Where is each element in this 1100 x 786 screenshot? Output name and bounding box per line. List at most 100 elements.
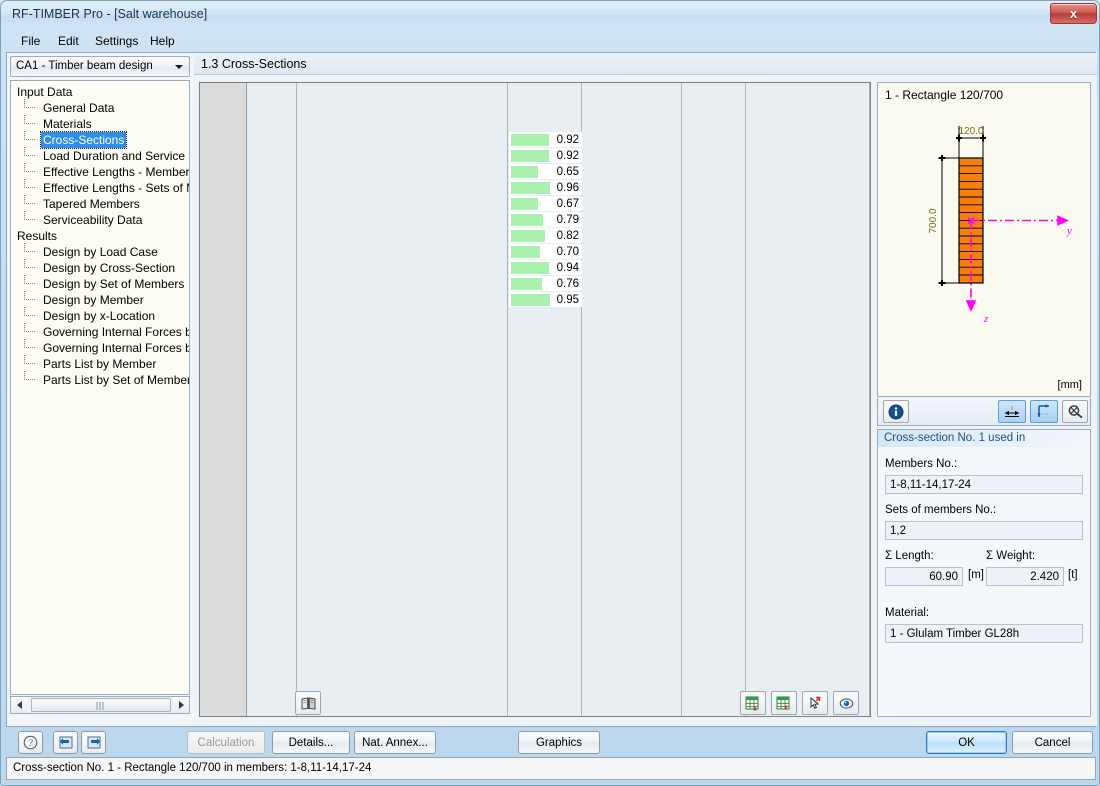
sidebar-item-design-by-x-location[interactable]: Design by x-Location [11,307,189,324]
show-axes-button[interactable] [1030,400,1058,423]
menu-help[interactable]: Help [143,32,182,49]
sidebar-item-cross-sections[interactable]: Cross-Sections [11,131,189,149]
import-from-excel-button[interactable] [740,691,766,715]
library-button[interactable] [295,691,321,715]
cell-design-ratio[interactable]: 0.94 [508,259,583,276]
sidebar-item-materials[interactable]: Materials [11,115,189,132]
axis-z-label: z [983,313,989,325]
content-area: CA1 - Timber beam design Input Data Gene… [6,52,1097,727]
cross-sections-table[interactable]: A B C D E F Section No. [199,82,871,717]
sidebar-item-general-data[interactable]: General Data [11,99,189,116]
ratio-value: 0.76 [556,277,579,290]
ratio-value: 0.65 [556,165,579,178]
ok-button[interactable]: OK [926,731,1007,754]
next-button[interactable] [81,731,106,754]
menu-settings[interactable]: Settings [88,32,145,49]
cell-design-ratio[interactable]: 0.67 [508,195,583,212]
sum-weight-field[interactable]: 2.420 [986,567,1064,586]
ratio-bar [511,134,549,146]
menu-edit[interactable]: Edit [51,32,86,49]
nat-annex-button[interactable]: Nat. Annex... [354,731,436,754]
cell-design-ratio[interactable]: 0.92 [508,131,583,148]
title-bar: RF-TIMBER Pro - [Salt warehouse] x [1,1,1099,28]
cell-design-ratio[interactable]: 0.82 [508,227,583,244]
next-icon [87,736,100,749]
sidebar-item-tapered-members[interactable]: Tapered Members [11,195,189,212]
ratio-value: 0.92 [556,149,579,162]
info-icon [888,404,904,419]
ratio-bar [511,150,549,162]
cell-design-ratio[interactable]: 0.65 [508,163,583,180]
svg-text:?: ? [28,738,33,748]
sidebar-item-serviceability-data[interactable]: Serviceability Data [11,211,189,228]
menu-file[interactable]: File [14,32,47,49]
ratio-bar [511,262,549,274]
graphics-button[interactable]: Graphics [518,731,600,754]
sidebar-item-design-by-cross-section[interactable]: Design by Cross-Section [11,259,189,276]
dimensions-icon: x [1005,406,1019,417]
previous-button[interactable] [53,731,78,754]
cell-design-ratio[interactable]: 0.95 [508,291,583,308]
tree-group-results[interactable]: Results [11,228,189,244]
calculation-button[interactable]: Calculation [187,731,265,754]
cross-section-graphic-panel[interactable]: 1 - Rectangle 120/700 120.0 700.0 y z [m… [877,82,1091,397]
sidebar-item-effective-lengths-sets[interactable]: Effective Lengths - Sets of Members [11,179,189,196]
members-label: Members No.: [885,458,958,470]
cross-section-drawing: 120.0 700.0 y z [928,126,1072,325]
details-button[interactable]: Details... [272,731,350,754]
cell-design-ratio[interactable]: 0.96 [508,179,583,196]
section-info-button[interactable] [883,400,909,423]
view-mode-button[interactable] [833,691,859,715]
show-dimensions-button[interactable]: x [998,400,1026,423]
excel-import-icon [745,696,759,710]
prev-icon [59,736,72,749]
sidebar-item-governing-forces-sets[interactable]: Governing Internal Forces by Set of Memb… [11,339,189,356]
ratio-value: 0.79 [556,213,579,226]
ratio-value: 0.92 [556,133,579,146]
book-icon [301,696,315,710]
navigation-tree[interactable]: Input Data General Data Materials Cross-… [10,80,190,695]
navigation-horizontal-scrollbar[interactable] [10,696,190,714]
cell-design-ratio[interactable]: 0.92 [508,147,583,164]
export-to-excel-button[interactable] [771,691,797,715]
menu-bar: File Edit Settings Help [6,29,1096,51]
scroll-left-icon[interactable] [11,697,27,713]
sidebar-item-design-by-load-case[interactable]: Design by Load Case [11,243,189,260]
ratio-value: 0.67 [556,197,579,210]
scrollbar-thumb[interactable] [31,698,171,712]
sum-length-label: Σ Length: [885,550,934,562]
cell-design-ratio[interactable]: 0.76 [508,275,583,292]
sets-of-members-field[interactable]: 1,2 [885,521,1083,540]
tree-group-input-data[interactable]: Input Data [11,84,189,100]
ratio-bar [511,214,543,226]
sidebar-item-parts-list-member[interactable]: Parts List by Member [11,355,189,372]
sum-weight-label: Σ Weight: [986,550,1036,562]
sum-length-field[interactable]: 60.90 [885,567,963,586]
sum-length-unit: [m] [968,569,984,581]
pick-from-model-button[interactable] [802,691,828,715]
sidebar-item-design-by-set-of-members[interactable]: Design by Set of Members [11,275,189,292]
sidebar-item-effective-lengths-members[interactable]: Effective Lengths - Members [11,163,189,180]
cancel-button[interactable]: Cancel [1012,731,1093,754]
ratio-value: 0.95 [556,293,579,306]
sidebar-item-governing-forces-member[interactable]: Governing Internal Forces by Member [11,323,189,340]
help-button[interactable]: ? [18,731,43,754]
material-field[interactable]: 1 - Glulam Timber GL28h [885,624,1083,643]
members-field[interactable]: 1-8,11-14,17-24 [885,475,1083,494]
ratio-bar [511,230,545,242]
ratio-value: 0.82 [556,229,579,242]
sum-weight-unit: [t] [1068,569,1078,581]
sidebar-item-parts-list-sets[interactable]: Parts List by Set of Members [11,371,189,388]
zoom-reset-icon [1068,405,1083,419]
design-case-dropdown[interactable]: CA1 - Timber beam design [10,56,190,77]
reset-zoom-button[interactable] [1062,400,1088,423]
scroll-right-icon[interactable] [173,697,189,713]
cell-design-ratio[interactable]: 0.70 [508,243,583,260]
close-button[interactable]: x [1050,3,1097,24]
sidebar-item-load-duration[interactable]: Load Duration and Service Class [11,147,189,164]
ratio-value: 0.94 [556,261,579,274]
sets-of-members-label: Sets of members No.: [885,504,997,516]
cell-design-ratio[interactable]: 0.79 [508,211,583,228]
sidebar-item-design-by-member[interactable]: Design by Member [11,291,189,308]
ratio-bar [511,198,538,210]
